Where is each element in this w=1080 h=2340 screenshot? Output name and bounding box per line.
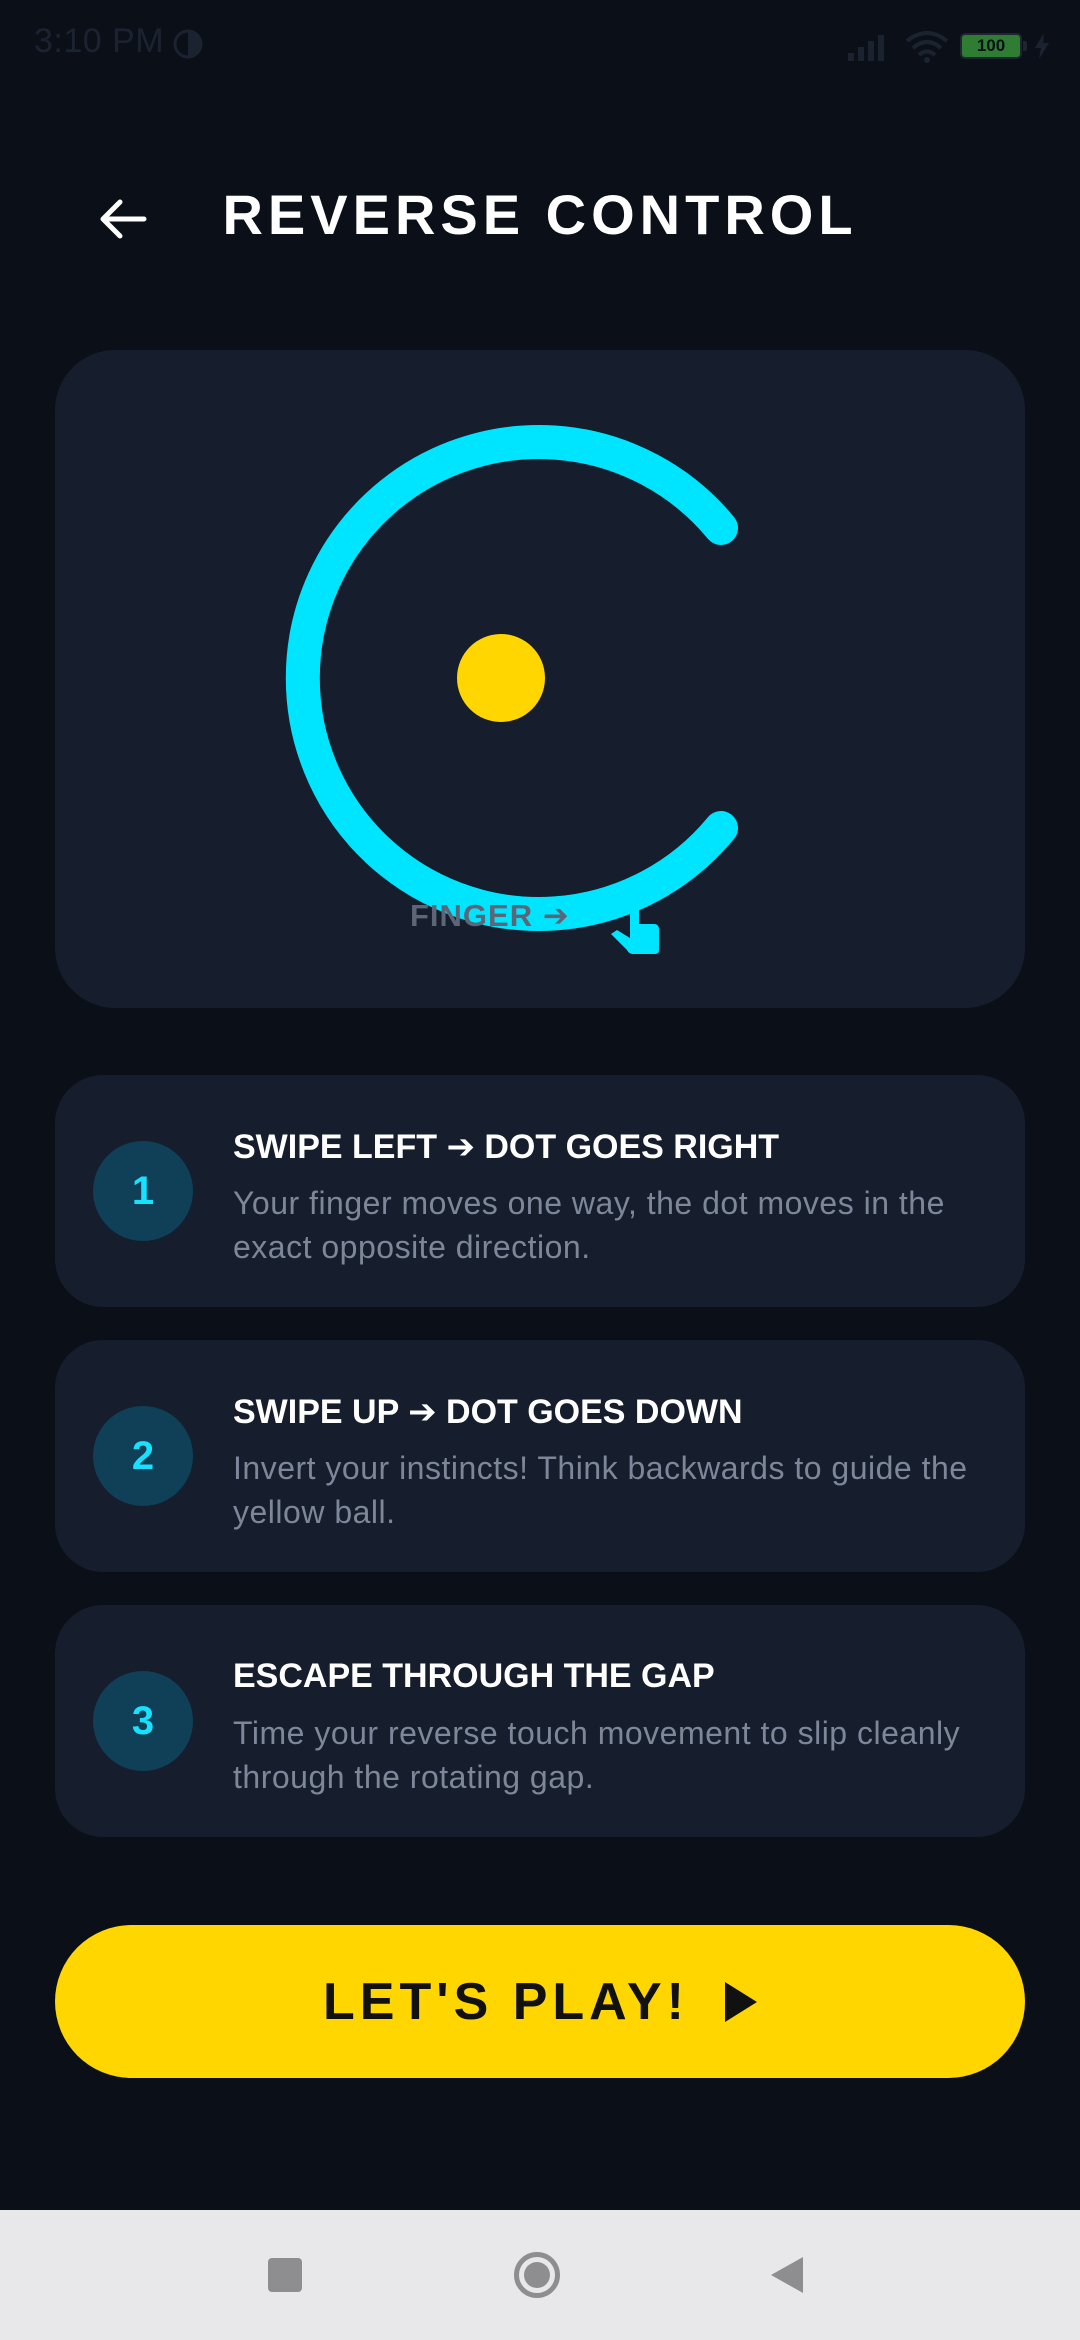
step-number-badge: 3 bbox=[93, 1671, 193, 1771]
system-navigation-bar bbox=[0, 2210, 1080, 2340]
finger-label: FINGER ➔ bbox=[410, 898, 570, 933]
status-bar: 3:10 PM 100 bbox=[0, 0, 1080, 90]
reverse-control-screen: 3:10 PM 100 REVERSE CONTROL FINGER ➔ 1 S… bbox=[0, 0, 1080, 2340]
step-description: Your finger moves one way, the dot moves… bbox=[233, 1185, 945, 1265]
demo-illustration-card: FINGER ➔ bbox=[55, 350, 1025, 1008]
circle-icon bbox=[514, 2252, 560, 2298]
signal-icon bbox=[848, 35, 884, 61]
charging-bolt-icon bbox=[1035, 33, 1049, 59]
square-icon bbox=[268, 2258, 302, 2292]
system-back-button[interactable] bbox=[757, 2245, 817, 2305]
triangle-back-icon bbox=[771, 2257, 803, 2293]
step-description: Time your reverse touch movement to slip… bbox=[233, 1715, 961, 1795]
play-button-label: LET'S PLAY! bbox=[323, 1972, 689, 2031]
step-number-badge: 1 bbox=[93, 1141, 193, 1241]
page-title: REVERSE CONTROL bbox=[222, 183, 858, 246]
step-card-2: 2 SWIPE UP ➔ DOT GOES DOWN Invert your i… bbox=[55, 1340, 1025, 1572]
step-description: Invert your instincts! Think backwards t… bbox=[233, 1450, 968, 1530]
battery-icon: 100 bbox=[960, 33, 1027, 59]
status-time: 3:10 PM bbox=[34, 22, 165, 60]
play-icon bbox=[724, 1981, 757, 2022]
recents-button[interactable] bbox=[255, 2245, 315, 2305]
lets-play-button[interactable]: LET'S PLAY! bbox=[55, 1925, 1025, 2078]
yellow-ball bbox=[457, 634, 545, 722]
step-card-1: 1 SWIPE LEFT ➔ DOT GOES RIGHT Your finge… bbox=[55, 1075, 1025, 1307]
step-title: SWIPE LEFT ➔ DOT GOES RIGHT bbox=[233, 1128, 780, 1166]
step-title: ESCAPE THROUGH THE GAP bbox=[233, 1657, 715, 1695]
battery-level: 100 bbox=[976, 36, 1006, 55]
step-title: SWIPE UP ➔ DOT GOES DOWN bbox=[233, 1393, 743, 1431]
alarm-clock-icon bbox=[173, 29, 203, 59]
home-button[interactable] bbox=[507, 2245, 567, 2305]
step-number-badge: 2 bbox=[93, 1406, 193, 1506]
step-card-3: 3 ESCAPE THROUGH THE GAP Time your rever… bbox=[55, 1605, 1025, 1837]
status-icons: 100 bbox=[846, 26, 1052, 66]
wifi-icon bbox=[905, 31, 949, 63]
